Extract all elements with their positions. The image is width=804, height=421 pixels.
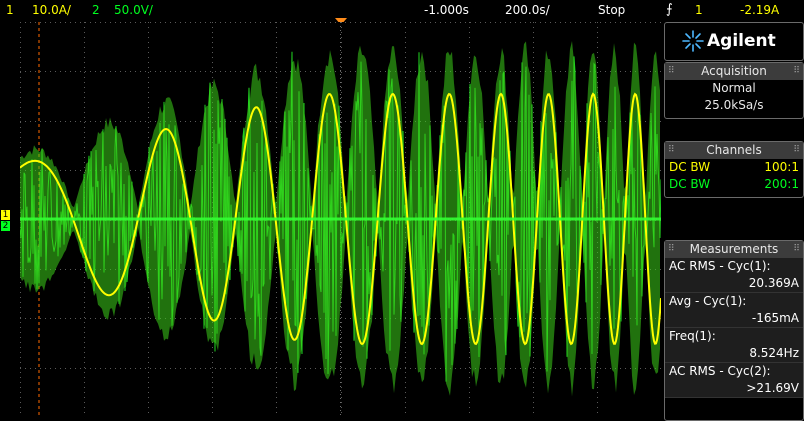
brand-logo: Agilent bbox=[664, 22, 804, 61]
drag-grip-icon[interactable]: ⠿ bbox=[793, 63, 800, 80]
status-bar: 1 10.0A/ 2 50.0V/ -1.000s 200.0s/ Stop ⨍… bbox=[0, 0, 804, 20]
time-scale[interactable]: 200.0s/ bbox=[505, 3, 550, 17]
brand-name: Agilent bbox=[707, 31, 776, 51]
channel-row-1[interactable]: DC BW 100:1 bbox=[665, 159, 803, 176]
measurement-value: >21.69V bbox=[746, 381, 799, 395]
drag-grip-icon[interactable]: ⠿ bbox=[793, 142, 800, 159]
channels-header[interactable]: ⠿ Channels ⠿ bbox=[665, 142, 803, 159]
channel-2-coupling: DC BW bbox=[669, 177, 711, 191]
measurements-title: Measurements bbox=[689, 242, 779, 256]
acquisition-header[interactable]: ⠿ Acquisition ⠿ bbox=[665, 63, 803, 80]
measurement-item[interactable]: Avg - Cyc(1): -165mA bbox=[665, 293, 803, 328]
measurement-item[interactable]: AC RMS - Cyc(2): >21.69V bbox=[665, 363, 803, 398]
measurement-value: -165mA bbox=[751, 311, 799, 325]
ch1-scale[interactable]: 10.0A/ bbox=[32, 3, 71, 17]
measurement-item[interactable]: Freq(1): 8.524Hz bbox=[665, 328, 803, 363]
drag-grip-icon[interactable]: ⠿ bbox=[793, 241, 800, 258]
ground-markers[interactable]: 1 2 bbox=[1, 210, 10, 231]
measurement-label: Freq(1): bbox=[669, 329, 716, 343]
acquisition-box[interactable]: ⠿ Acquisition ⠿ Normal 25.0kSa/s bbox=[664, 62, 804, 119]
acquisition-rate: 25.0kSa/s bbox=[704, 98, 764, 112]
waveform-display[interactable] bbox=[20, 22, 661, 417]
acquisition-title: Acquisition bbox=[701, 64, 767, 78]
agilent-spark-icon bbox=[682, 30, 704, 52]
channel-2-probe: 200:1 bbox=[764, 177, 799, 191]
channel-1-coupling: DC BW bbox=[669, 160, 711, 174]
measurement-value: 20.369A bbox=[748, 276, 799, 290]
measurement-label: AC RMS - Cyc(1): bbox=[669, 259, 771, 273]
channel-row-2[interactable]: DC BW 200:1 bbox=[665, 176, 803, 193]
measurement-value: 8.524Hz bbox=[749, 346, 799, 360]
measurement-label: Avg - Cyc(1): bbox=[669, 294, 747, 308]
ch2-scale[interactable]: 50.0V/ bbox=[114, 3, 153, 17]
channel-1-probe: 100:1 bbox=[764, 160, 799, 174]
run-state[interactable]: Stop bbox=[598, 3, 625, 17]
measurement-item[interactable]: AC RMS - Cyc(1): 20.369A bbox=[665, 258, 803, 293]
ch1-number[interactable]: 1 bbox=[6, 3, 14, 17]
time-offset[interactable]: -1.000s bbox=[424, 3, 469, 17]
drag-grip-icon[interactable]: ⠿ bbox=[668, 241, 675, 258]
channels-title: Channels bbox=[706, 143, 762, 157]
acquisition-mode: Normal bbox=[712, 81, 756, 95]
measurements-header[interactable]: ⠿ Measurements ⠿ bbox=[665, 241, 803, 258]
trigger-edge-icon: ⨍ bbox=[666, 2, 673, 17]
waveform-canvas[interactable] bbox=[20, 22, 661, 417]
ch1-ground-label[interactable]: 1 bbox=[1, 210, 10, 220]
ch2-ground-label[interactable]: 2 bbox=[1, 221, 10, 231]
measurement-label: AC RMS - Cyc(2): bbox=[669, 364, 771, 378]
drag-grip-icon[interactable]: ⠿ bbox=[668, 142, 675, 159]
measurements-box[interactable]: ⠿ Measurements ⠿ AC RMS - Cyc(1): 20.369… bbox=[664, 240, 804, 421]
trigger-level[interactable]: -2.19A bbox=[740, 3, 779, 17]
side-panel: Agilent ⠿ Acquisition ⠿ Normal 25.0kSa/s… bbox=[664, 22, 804, 421]
channels-box[interactable]: ⠿ Channels ⠿ DC BW 100:1 DC BW 200:1 bbox=[664, 141, 804, 198]
trigger-channel[interactable]: 1 bbox=[695, 3, 703, 17]
drag-grip-icon[interactable]: ⠿ bbox=[668, 63, 675, 80]
ch2-number[interactable]: 2 bbox=[92, 3, 100, 17]
